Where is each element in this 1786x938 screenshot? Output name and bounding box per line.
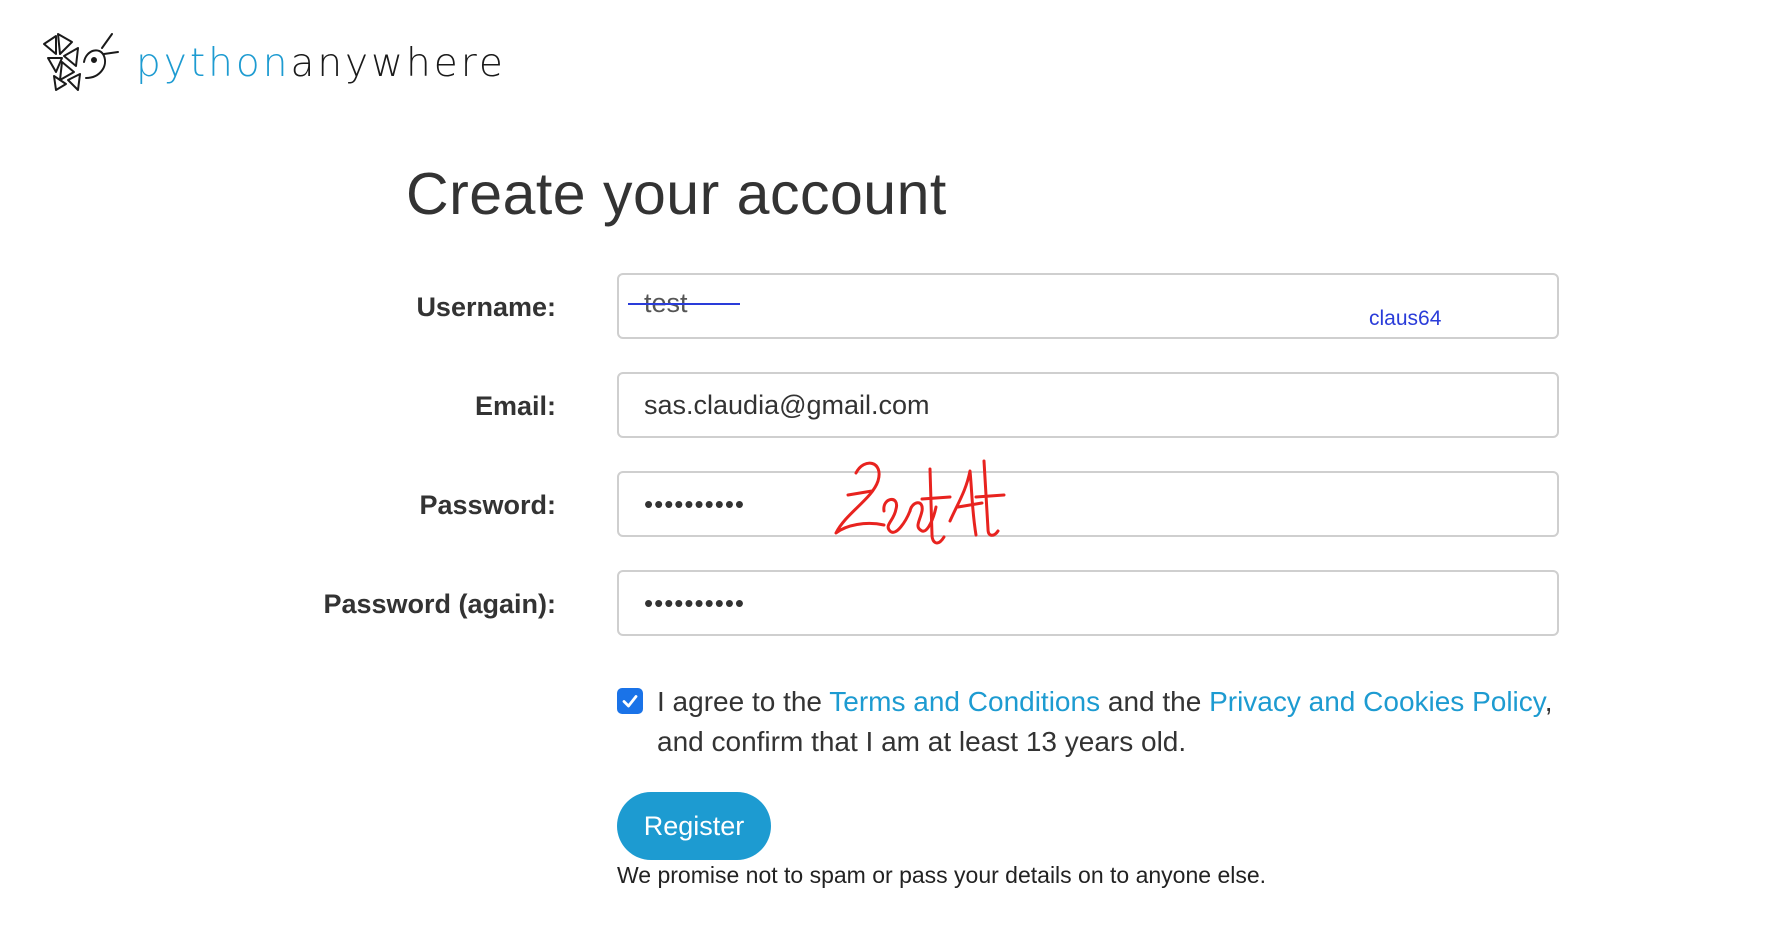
- password-again-input[interactable]: ••••••••••: [617, 570, 1559, 636]
- register-button[interactable]: Register: [617, 792, 771, 860]
- agree-text-part1: I agree to the: [657, 686, 830, 717]
- privacy-link[interactable]: Privacy and Cookies Policy: [1209, 686, 1545, 717]
- email-input[interactable]: sas.claudia@gmail.com: [617, 372, 1559, 438]
- handwritten-signature: [834, 459, 1006, 545]
- email-label: Email:: [474, 390, 556, 421]
- agree-text-part2: and the: [1100, 686, 1210, 717]
- agree-text: I agree to the Terms and Conditions and …: [657, 682, 1587, 762]
- password-again-row: Password (again): ••••••••••: [0, 570, 1786, 638]
- page: pythonanywhere Create your account Usern…: [0, 0, 1786, 938]
- username-row: Username: test claus64: [0, 273, 1786, 341]
- terms-link[interactable]: Terms and Conditions: [829, 686, 1100, 717]
- privacy-promise-text: We promise not to spam or pass your deta…: [617, 862, 1267, 888]
- password-again-label: Password (again):: [323, 588, 556, 619]
- logo[interactable]: pythonanywhere: [42, 32, 506, 94]
- checkmark-icon: [622, 695, 638, 708]
- username-input[interactable]: test claus64: [617, 273, 1559, 339]
- password-label: Password:: [419, 489, 556, 520]
- pythonanywhere-logo-icon: [43, 33, 119, 91]
- username-label: Username:: [416, 291, 556, 322]
- username-correction-annotation: claus64: [1369, 307, 1442, 330]
- password-again-value: ••••••••••: [644, 587, 746, 618]
- logo-text-python: python: [136, 40, 291, 86]
- password-value: ••••••••••: [644, 488, 746, 519]
- email-row: Email: sas.claudia@gmail.com: [0, 372, 1786, 440]
- agree-checkbox[interactable]: [617, 688, 643, 714]
- password-input[interactable]: ••••••••••: [617, 471, 1559, 537]
- page-title: Create your account: [406, 161, 947, 227]
- strike-through-annotation: [628, 303, 740, 305]
- agree-row: I agree to the Terms and Conditions and …: [617, 682, 1587, 762]
- email-value: sas.claudia@gmail.com: [644, 389, 930, 420]
- logo-text: pythonanywhere: [136, 44, 506, 83]
- logo-text-anywhere: anywhere: [290, 40, 506, 86]
